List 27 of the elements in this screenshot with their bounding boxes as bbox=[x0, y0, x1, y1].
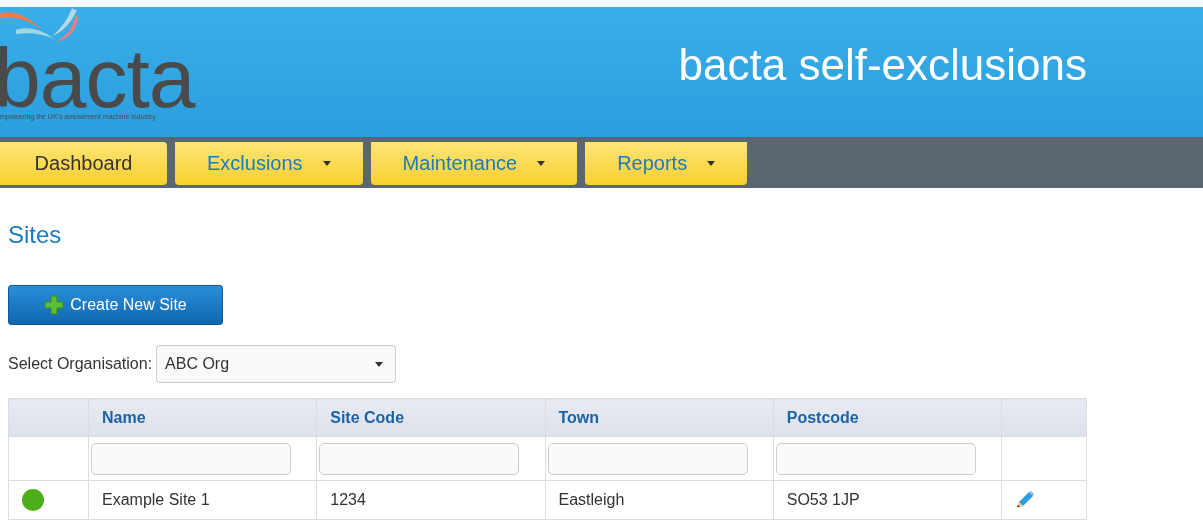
table-cell: Example Site 1 bbox=[88, 480, 317, 520]
organisation-dropdown[interactable]: ABC Org bbox=[156, 345, 397, 383]
filter-field[interactable] bbox=[775, 442, 976, 475]
column-header[interactable]: Site Code bbox=[316, 398, 545, 437]
page-title: Sites bbox=[8, 221, 63, 249]
table-cell: SO53 1JP bbox=[773, 480, 1002, 520]
site-title: bacta self-exclusions bbox=[678, 40, 1087, 91]
field-label: Select Organisation: bbox=[8, 355, 153, 373]
filter-field[interactable] bbox=[91, 442, 291, 475]
plus-icon bbox=[44, 295, 65, 315]
nav-tab[interactable]: Reports bbox=[585, 142, 748, 185]
caret-icon bbox=[322, 161, 331, 166]
pencil-icon[interactable] bbox=[1015, 490, 1035, 510]
caret-icon bbox=[537, 161, 546, 166]
create-button[interactable]: Create New Site bbox=[8, 285, 223, 325]
caret-icon bbox=[375, 361, 384, 367]
column-header[interactable]: Postcode bbox=[773, 398, 1002, 437]
filter-field[interactable] bbox=[319, 442, 520, 475]
table-cell: Eastleigh bbox=[545, 480, 774, 520]
column-header[interactable]: Name bbox=[88, 398, 317, 437]
caret-icon bbox=[707, 161, 716, 166]
nav-tab[interactable]: Dashboard bbox=[0, 142, 167, 185]
table-cell: 1234 bbox=[316, 480, 545, 520]
nav-tab[interactable]: Exclusions bbox=[175, 142, 363, 185]
filter-field[interactable] bbox=[547, 442, 748, 475]
column-header[interactable]: Town bbox=[545, 398, 774, 437]
nav-tab[interactable]: Maintenance bbox=[370, 142, 578, 185]
